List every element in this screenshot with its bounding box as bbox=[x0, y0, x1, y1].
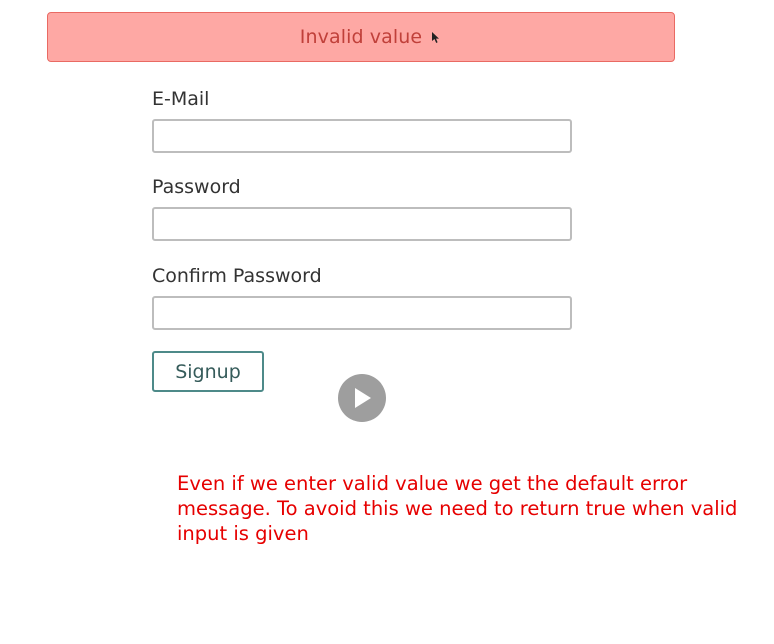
page: Invalid value E-Mail Password Confirm Pa… bbox=[0, 0, 774, 644]
error-message: Invalid value bbox=[299, 26, 423, 48]
email-label: E-Mail bbox=[152, 88, 210, 110]
password-field[interactable] bbox=[152, 207, 572, 241]
email-field[interactable] bbox=[152, 119, 572, 153]
signup-button[interactable]: Signup bbox=[152, 351, 264, 392]
play-icon bbox=[355, 388, 371, 408]
password-label: Password bbox=[152, 176, 241, 198]
mouse-cursor-icon bbox=[432, 32, 439, 43]
video-play-button[interactable] bbox=[338, 374, 386, 422]
annotation-note: Even if we enter valid value we get the … bbox=[177, 472, 738, 545]
confirm-password-field[interactable] bbox=[152, 296, 572, 330]
error-banner: Invalid value bbox=[47, 12, 675, 62]
confirm-password-label: Confirm Password bbox=[152, 265, 322, 287]
